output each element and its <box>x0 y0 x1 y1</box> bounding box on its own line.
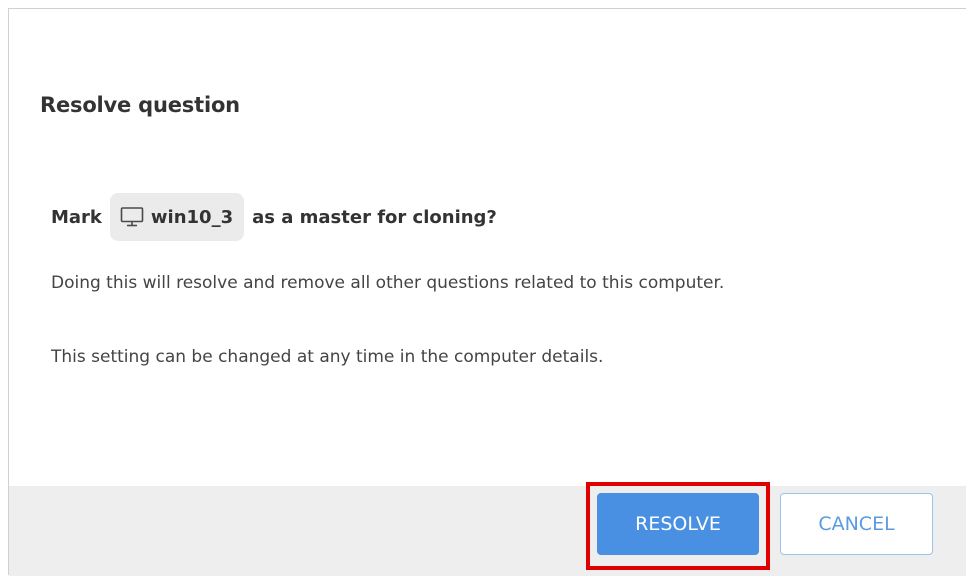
computer-name: win10_3 <box>150 206 234 228</box>
dialog-title: Resolve question <box>40 93 240 117</box>
question-prefix: Mark <box>51 206 102 228</box>
resolve-button[interactable]: RESOLVE <box>597 493 759 555</box>
monitor-icon <box>120 206 144 228</box>
computer-chip[interactable]: win10_3 <box>109 193 245 241</box>
info-paragraph-setting: This setting can be changed at any time … <box>51 347 604 367</box>
question-line: Mark win10_3 as a master for cloning? <box>51 193 497 241</box>
info-paragraph-resolve: Doing this will resolve and remove all o… <box>51 273 725 293</box>
cancel-button[interactable]: CANCEL <box>780 493 933 555</box>
question-suffix: as a master for cloning? <box>252 206 497 228</box>
resolve-question-dialog: Resolve question Mark win10_3 as a maste… <box>8 8 966 576</box>
